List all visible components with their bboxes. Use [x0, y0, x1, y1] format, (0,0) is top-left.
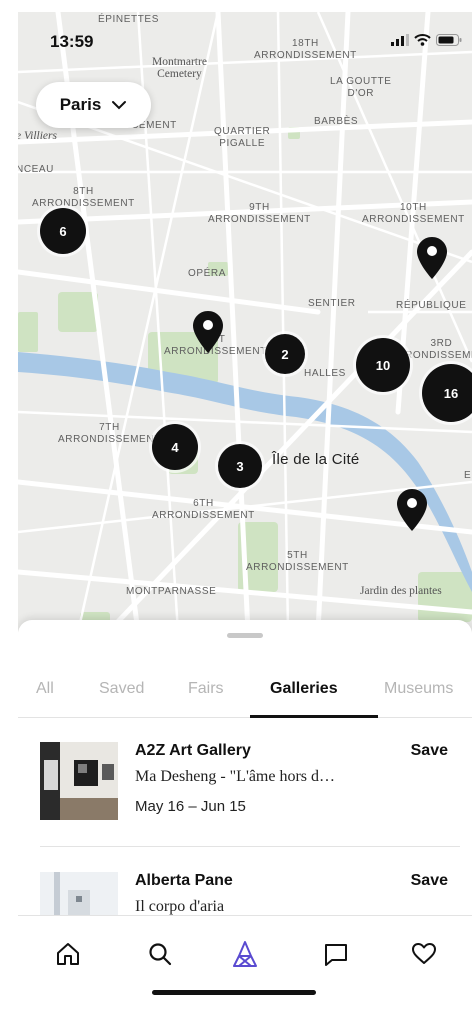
map-pin[interactable]	[192, 310, 224, 354]
map-label-opera: OPÉRA	[188, 268, 227, 279]
map-label-10th: 10TH ARRONDISSEMENT	[362, 202, 465, 225]
save-button[interactable]: Save	[411, 872, 448, 890]
map-label-jardin: Jardin des plantes	[360, 585, 442, 597]
nav-search[interactable]	[142, 936, 178, 972]
chevron-down-icon	[112, 101, 127, 110]
tab-museums[interactable]: Museums	[384, 680, 453, 698]
map-label-halles: HALLES	[304, 368, 346, 379]
map-label-5th: 5TH ARRONDISSEMENT	[246, 550, 349, 573]
map-label-6th: 6TH ARRONDISSEMENT	[152, 498, 255, 521]
active-tab-indicator	[250, 715, 378, 718]
map-cluster[interactable]: 6	[40, 208, 86, 254]
tab-saved[interactable]: Saved	[99, 680, 144, 698]
nav-favorites[interactable]	[406, 936, 442, 972]
battery-icon	[436, 34, 462, 46]
map-cluster[interactable]: 2	[265, 334, 305, 374]
city-selector-label: Paris	[59, 95, 102, 114]
city-selector-button[interactable]: Paris	[36, 82, 151, 128]
nav-explore[interactable]	[227, 936, 263, 972]
save-button[interactable]: Save	[411, 742, 448, 760]
explore-icon	[233, 941, 257, 967]
search-icon	[149, 943, 172, 966]
nav-inbox[interactable]	[318, 936, 354, 972]
list-item[interactable]: A2Z Art Gallery Ma Desheng - "L'âme hors…	[18, 730, 472, 840]
map-label-edge-e: E	[464, 470, 472, 481]
sheet-drag-handle[interactable]	[227, 633, 263, 638]
map-cluster[interactable]: 16	[422, 364, 472, 422]
results-sheet[interactable]: All Saved Fairs Galleries Museums A2Z Ar…	[18, 620, 472, 950]
show-dates: May 16 – Jun 15	[135, 798, 246, 815]
status-bar: 13:59	[18, 12, 472, 60]
map-label-pigalle: QUARTIER PIGALLE	[214, 126, 271, 149]
map-pin[interactable]	[396, 488, 428, 532]
nav-home[interactable]	[50, 936, 86, 972]
map-label-goutte: LA GOUTTE D'OR	[330, 76, 392, 99]
home-indicator	[152, 990, 316, 995]
map-label-8th: 8TH ARRONDISSEMENT	[32, 186, 135, 209]
list-divider	[40, 846, 460, 847]
map-label-cite: Île de la Cité	[272, 451, 360, 468]
map-label-7th: 7TH ARRONDISSEMENT	[58, 422, 161, 445]
status-time: 13:59	[50, 32, 94, 51]
tab-all[interactable]: All	[36, 680, 54, 698]
app-screen: ÉPINETTES Montmartre Cemetery 18TH ARRON…	[18, 12, 472, 1013]
gallery-name: A2Z Art Gallery	[135, 742, 251, 759]
signal-icon	[391, 34, 409, 46]
bottom-navigation	[18, 915, 472, 1013]
home-icon	[57, 943, 79, 965]
wifi-icon	[414, 34, 431, 46]
map-label-republique: RÉPUBLIQUE	[396, 300, 467, 311]
map-label-villiers: e Villiers	[18, 130, 57, 142]
favorites-icon	[412, 943, 436, 964]
map-cluster[interactable]: 10	[356, 338, 410, 392]
show-title: Il corpo d'aria	[135, 898, 225, 915]
show-title: Ma Desheng - "L'âme hors d…	[135, 768, 336, 785]
map-label-sentier: SENTIER	[308, 298, 356, 309]
map-pin[interactable]	[416, 236, 448, 280]
tab-fairs[interactable]: Fairs	[188, 680, 224, 698]
inbox-icon	[325, 944, 347, 966]
map-label-montparnasse: MONTPARNASSE	[126, 586, 217, 597]
category-tabs: All Saved Fairs Galleries Museums	[18, 662, 472, 718]
map-label-barbes: BARBÈS	[314, 116, 359, 127]
gallery-thumbnail	[40, 742, 118, 820]
map-view[interactable]: ÉPINETTES Montmartre Cemetery 18TH ARRON…	[18, 12, 472, 632]
status-icons	[391, 34, 462, 46]
map-label-9th: 9TH ARRONDISSEMENT	[208, 202, 311, 225]
gallery-name: Alberta Pane	[135, 872, 233, 889]
map-label-nceau: NCEAU	[18, 164, 55, 175]
map-cluster[interactable]: 3	[218, 444, 262, 488]
tab-galleries[interactable]: Galleries	[270, 680, 338, 698]
map-cluster[interactable]: 4	[152, 424, 198, 470]
